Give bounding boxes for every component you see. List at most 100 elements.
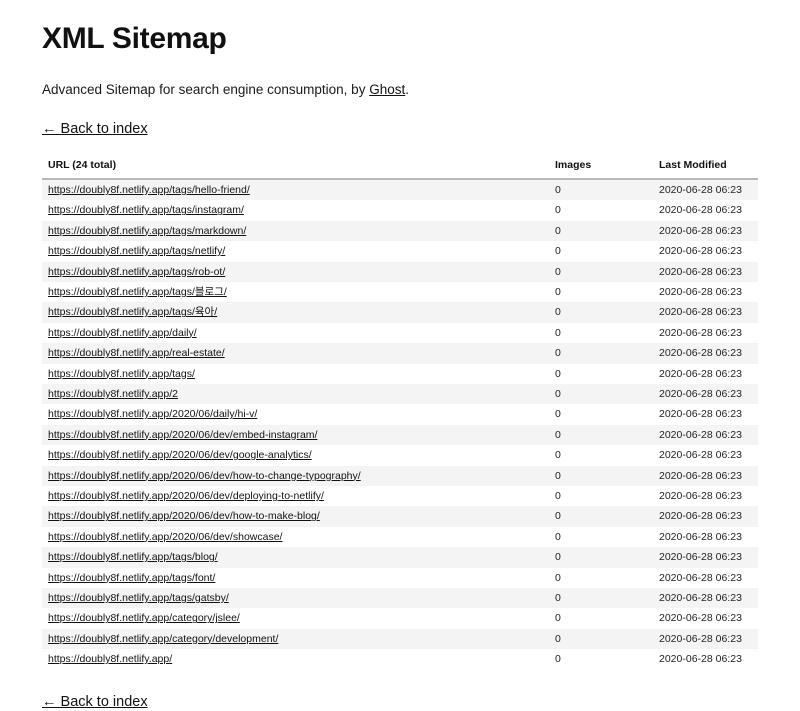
cell-url: https://doubly8f.netlify.app/real-estate… bbox=[42, 343, 549, 363]
cell-last-modified: 2020-06-28 06:23 bbox=[659, 551, 742, 564]
cell-images: 0 bbox=[555, 592, 561, 605]
cell-images: 0 bbox=[555, 367, 561, 380]
sitemap-url-link[interactable]: https://doubly8f.netlify.app/2 bbox=[48, 388, 178, 400]
cell-images: 0 bbox=[555, 326, 561, 339]
table-row: https://doubly8f.netlify.app/daily/0 2020… bbox=[42, 322, 758, 344]
sitemap-url-link[interactable]: https://doubly8f.netlify.app/tags/ bbox=[48, 368, 195, 380]
intro-text: Advanced Sitemap for search engine consu… bbox=[42, 81, 760, 100]
table-row: https://doubly8f.netlify.app/2020/06/dev… bbox=[42, 424, 758, 446]
table-row: https://doubly8f.netlify.app/tags/blog/0… bbox=[42, 547, 758, 568]
table-row: https://doubly8f.netlify.app/2020/06/dev… bbox=[42, 506, 758, 527]
cell-last-modified: 2020-06-28 06:23 bbox=[659, 632, 742, 645]
sitemap-url-link[interactable]: https://doubly8f.netlify.app/tags/markdo… bbox=[48, 225, 246, 237]
cell-last-modified: 2020-06-28 06:23 bbox=[659, 204, 742, 217]
sitemap-url-link[interactable]: https://doubly8f.netlify.app/real-estate… bbox=[48, 347, 225, 359]
sitemap-url-link[interactable]: https://doubly8f.netlify.app/tags/육아/ bbox=[48, 306, 217, 318]
cell-url: https://doubly8f.netlify.app/daily/ bbox=[42, 323, 549, 343]
cell-url: https://doubly8f.netlify.app/tags/ bbox=[42, 364, 549, 384]
table-body: https://doubly8f.netlify.app/tags/hello-… bbox=[42, 178, 758, 670]
sitemap-url-link[interactable]: https://doubly8f.netlify.app/2020/06/dev… bbox=[48, 470, 361, 482]
sitemap-url-link[interactable]: https://doubly8f.netlify.app/tags/hello-… bbox=[48, 184, 250, 196]
sitemap-url-link[interactable]: https://doubly8f.netlify.app/tags/rob-ot… bbox=[48, 266, 225, 278]
table-row: https://doubly8f.netlify.app/2 0 2020-06-2… bbox=[42, 383, 758, 405]
table-row: https://doubly8f.netlify.app/tags/0 2020-… bbox=[42, 363, 758, 384]
sitemap-url-link[interactable]: https://doubly8f.netlify.app/ bbox=[48, 653, 172, 665]
cell-url: https://doubly8f.netlify.app/ bbox=[42, 649, 549, 669]
cell-last-modified: 2020-06-28 06:23 bbox=[659, 326, 742, 339]
sitemap-url-link[interactable]: https://doubly8f.netlify.app/tags/netlif… bbox=[48, 245, 225, 257]
cell-url: https://doubly8f.netlify.app/2 bbox=[42, 384, 549, 404]
sitemap-url-link[interactable]: https://doubly8f.netlify.app/2020/06/dev… bbox=[48, 429, 317, 441]
back-to-index-link-top[interactable]: ← Back to index bbox=[42, 121, 148, 137]
sitemap-url-link[interactable]: https://doubly8f.netlify.app/2020/06/dev… bbox=[48, 490, 324, 502]
cell-url: https://doubly8f.netlify.app/2020/06/dev… bbox=[42, 486, 549, 506]
sitemap-url-link[interactable]: https://doubly8f.netlify.app/tags/블로그/ bbox=[48, 286, 227, 298]
cell-last-modified: 2020-06-28 06:23 bbox=[659, 510, 742, 523]
cell-url: https://doubly8f.netlify.app/tags/blog/ bbox=[42, 547, 549, 567]
sitemap-url-link[interactable]: https://doubly8f.netlify.app/2020/06/dev… bbox=[48, 510, 320, 522]
table-row: https://doubly8f.netlify.app/tags/font/0… bbox=[42, 567, 758, 589]
sitemap-url-link[interactable]: https://doubly8f.netlify.app/category/js… bbox=[48, 612, 240, 624]
cell-images: 0 bbox=[555, 612, 561, 625]
cell-last-modified: 2020-06-28 06:23 bbox=[659, 449, 742, 462]
table-row: https://doubly8f.netlify.app/0 2020-06-28… bbox=[42, 649, 758, 670]
table-row: https://doubly8f.netlify.app/2020/06/dev… bbox=[42, 526, 758, 548]
cell-url: https://doubly8f.netlify.app/tags/instag… bbox=[42, 200, 549, 220]
sitemap-url-link[interactable]: https://doubly8f.netlify.app/tags/gatsby… bbox=[48, 592, 229, 604]
table-row: https://doubly8f.netlify.app/2020/06/dev… bbox=[42, 465, 758, 486]
cell-last-modified: 2020-06-28 06:23 bbox=[659, 387, 742, 400]
table-header-row: URL (24 total) Images Last Modified bbox=[42, 158, 758, 180]
sitemap-url-link[interactable]: https://doubly8f.netlify.app/2020/06/dev… bbox=[48, 531, 282, 543]
table-row: https://doubly8f.netlify.app/2020/06/dev… bbox=[42, 485, 758, 507]
intro-prefix: Advanced Sitemap for search engine consu… bbox=[42, 82, 370, 97]
table-row: https://doubly8f.netlify.app/tags/hello-… bbox=[42, 178, 758, 201]
cell-last-modified: 2020-06-28 06:23 bbox=[659, 489, 742, 502]
cell-url: https://doubly8f.netlify.app/2020/06/dev… bbox=[42, 527, 549, 547]
cell-images: 0 bbox=[555, 469, 561, 482]
table-row: https://doubly8f.netlify.app/real-estate… bbox=[42, 343, 758, 364]
cell-url: https://doubly8f.netlify.app/tags/font/ bbox=[42, 568, 549, 588]
sitemap-url-link[interactable]: https://doubly8f.netlify.app/tags/blog/ bbox=[48, 551, 218, 563]
cell-last-modified: 2020-06-28 06:23 bbox=[659, 408, 742, 421]
cell-last-modified: 2020-06-28 06:23 bbox=[659, 183, 742, 196]
cell-images: 0 bbox=[555, 265, 561, 278]
sitemap-url-link[interactable]: https://doubly8f.netlify.app/daily/ bbox=[48, 327, 197, 339]
table-row: https://doubly8f.netlify.app/tags/netlif… bbox=[42, 241, 758, 262]
table-row: https://doubly8f.netlify.app/tags/gatsby… bbox=[42, 588, 758, 609]
cell-last-modified: 2020-06-28 06:23 bbox=[659, 285, 742, 298]
cell-images: 0 bbox=[555, 224, 561, 237]
cell-last-modified: 2020-06-28 06:23 bbox=[659, 367, 742, 380]
cell-last-modified: 2020-06-28 06:23 bbox=[659, 469, 742, 482]
cell-images: 0 bbox=[555, 285, 561, 298]
table-row: https://doubly8f.netlify.app/tags/rob-ot… bbox=[42, 261, 758, 282]
cell-url: https://doubly8f.netlify.app/tags/netlif… bbox=[42, 241, 549, 261]
sitemap-url-link[interactable]: https://doubly8f.netlify.app/category/de… bbox=[48, 633, 278, 645]
cell-images: 0 bbox=[555, 530, 561, 543]
sitemap-url-link[interactable]: https://doubly8f.netlify.app/tags/instag… bbox=[48, 204, 244, 216]
cell-url: https://doubly8f.netlify.app/2020/06/dev… bbox=[42, 425, 549, 445]
cell-images: 0 bbox=[555, 428, 561, 441]
cell-last-modified: 2020-06-28 06:23 bbox=[659, 592, 742, 605]
table-row: https://doubly8f.netlify.app/tags/markdo… bbox=[42, 220, 758, 242]
cell-images: 0 bbox=[555, 551, 561, 564]
cell-images: 0 bbox=[555, 489, 561, 502]
column-header-images: Images bbox=[549, 158, 653, 180]
table-row: https://doubly8f.netlify.app/tags/instag… bbox=[42, 200, 758, 221]
cell-url: https://doubly8f.netlify.app/2020/06/dev… bbox=[42, 466, 549, 486]
ghost-link[interactable]: Ghost bbox=[369, 82, 405, 97]
table-row: https://doubly8f.netlify.app/category/de… bbox=[42, 628, 758, 650]
cell-last-modified: 2020-06-28 06:23 bbox=[659, 612, 742, 625]
table-row: https://doubly8f.netlify.app/tags/육아/0 20… bbox=[42, 302, 758, 323]
cell-images: 0 bbox=[555, 347, 561, 360]
sitemap-url-link[interactable]: https://doubly8f.netlify.app/2020/06/dai… bbox=[48, 408, 257, 420]
table-row: https://doubly8f.netlify.app/2020/06/dai… bbox=[42, 404, 758, 425]
cell-last-modified: 2020-06-28 06:23 bbox=[659, 265, 742, 278]
back-to-index-link-bottom[interactable]: ← Back to index bbox=[42, 694, 148, 710]
cell-images: 0 bbox=[555, 387, 561, 400]
cell-url: https://doubly8f.netlify.app/tags/육아/ bbox=[42, 302, 549, 322]
cell-images: 0 bbox=[555, 306, 561, 319]
sitemap-url-link[interactable]: https://doubly8f.netlify.app/tags/font/ bbox=[48, 572, 215, 584]
sitemap-table: URL (24 total) Images Last Modified http… bbox=[42, 158, 758, 670]
sitemap-url-link[interactable]: https://doubly8f.netlify.app/2020/06/dev… bbox=[48, 449, 312, 461]
cell-last-modified: 2020-06-28 06:23 bbox=[659, 428, 742, 441]
